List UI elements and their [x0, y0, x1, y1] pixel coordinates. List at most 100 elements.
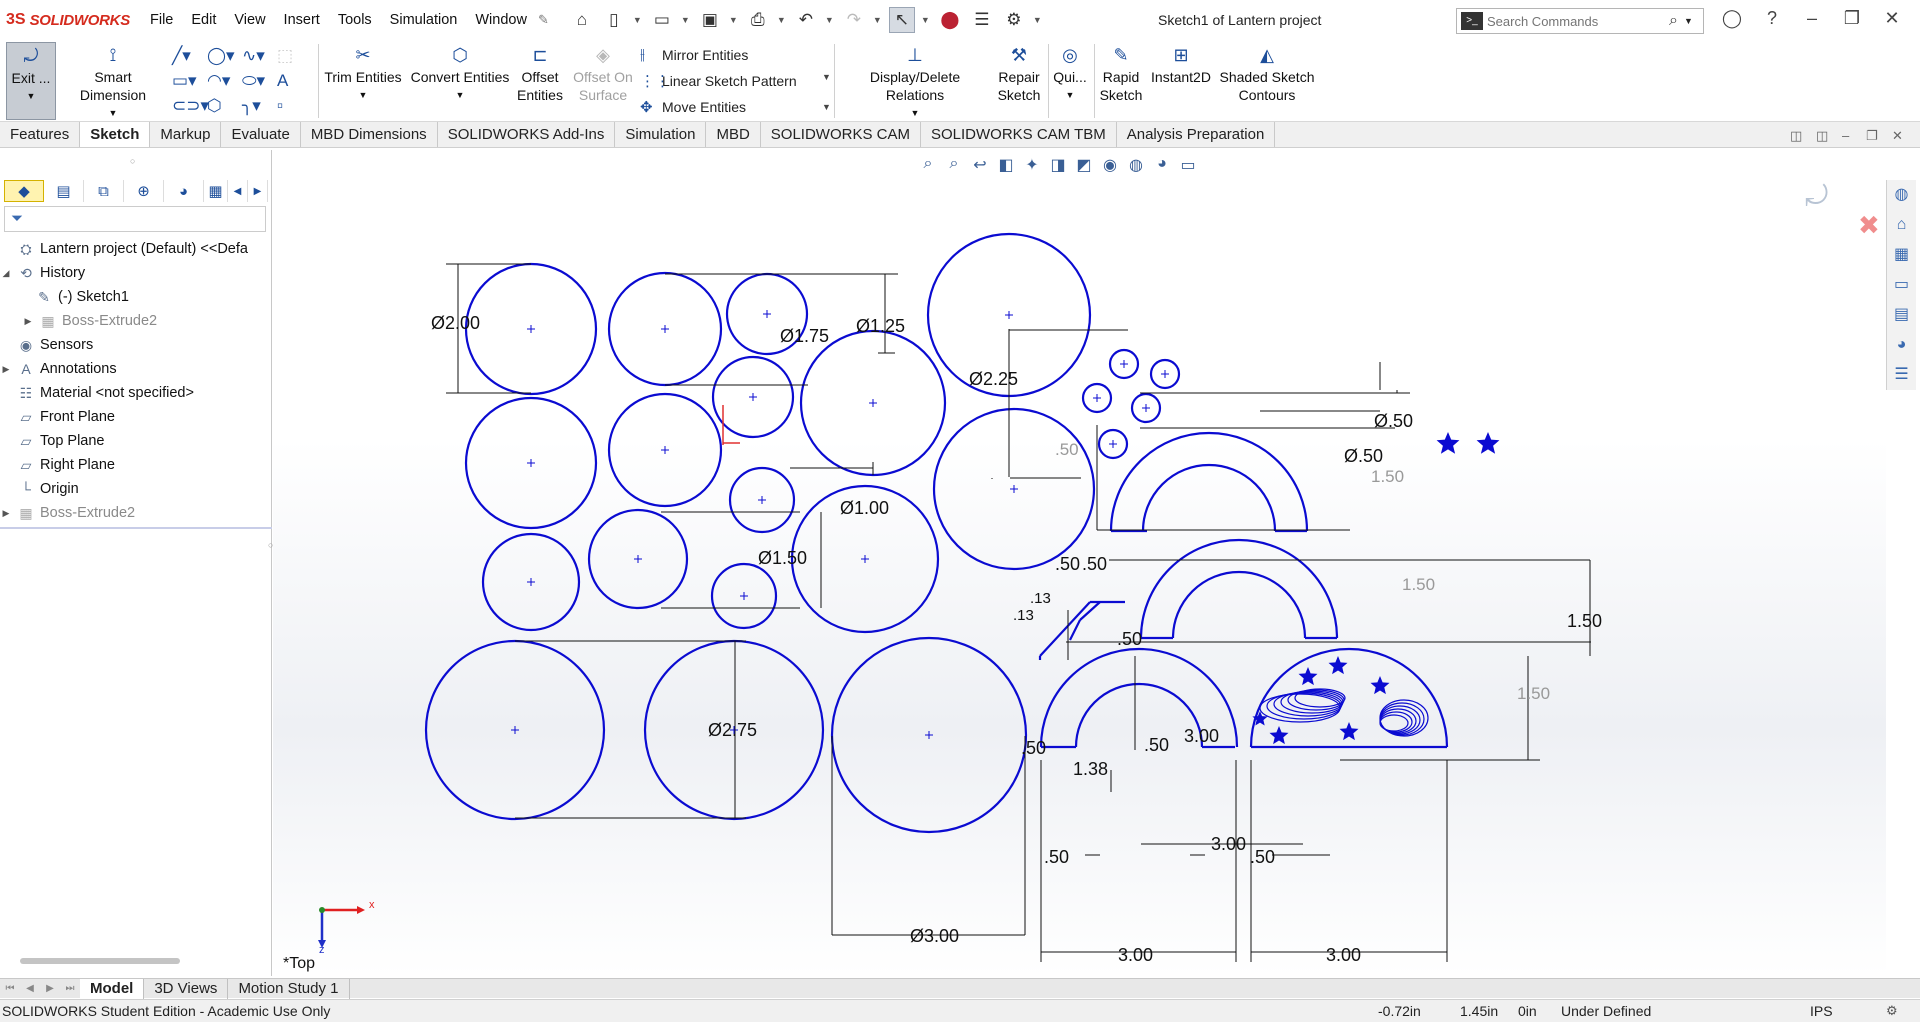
configuration-manager-icon[interactable]: ⧉ — [84, 180, 124, 202]
display-style-icon[interactable]: ◩ — [1074, 155, 1094, 175]
zoom-to-fit-icon[interactable]: ⌕ — [918, 155, 938, 175]
circle-icon[interactable]: ◯▾ — [207, 43, 242, 68]
move-entities-button[interactable]: ✥ Move Entities — [640, 98, 746, 116]
tree-boss-extrude[interactable]: ▶ ▦ Boss-Extrude2 — [0, 501, 272, 525]
restore-icon[interactable]: ❐ — [1832, 8, 1872, 29]
doc-minimize-icon[interactable]: – — [1842, 128, 1849, 143]
cam-manager-icon[interactable]: ▦ — [204, 180, 228, 202]
menu-insert[interactable]: Insert — [275, 12, 329, 28]
undo-icon[interactable]: ↶ — [793, 7, 819, 33]
confirmation-corner-cancel-icon[interactable]: ✖ — [1858, 210, 1880, 241]
minimize-icon[interactable]: – — [1792, 8, 1832, 29]
dynamic-annotation-icon[interactable]: ✦ — [1022, 155, 1042, 175]
shaded-sketch-contours-button[interactable]: ◭ Shaded Sketch Contours — [1218, 42, 1316, 104]
next-tab-icon[interactable]: ▶ — [40, 983, 60, 994]
open-dropdown-icon[interactable]: ▼ — [681, 15, 691, 25]
prev-tab-icon[interactable]: ◀ — [20, 983, 40, 994]
pin-icon[interactable]: ✎ — [538, 12, 549, 28]
tree-origin[interactable]: └ Origin — [0, 477, 272, 501]
graphics-area[interactable] — [273, 150, 1886, 976]
tab-solidworks-cam-tbm[interactable]: SOLIDWORKS CAM TBM — [921, 122, 1117, 147]
ellipse-icon[interactable]: ⬭▾ — [242, 68, 277, 93]
close-icon[interactable]: ✕ — [1872, 8, 1912, 29]
menu-tools[interactable]: Tools — [329, 12, 381, 28]
exit-sketch-button[interactable]: ⤾ Exit ... ▼ — [6, 42, 56, 120]
tab-motion-study-1[interactable]: Motion Study 1 — [228, 978, 350, 999]
text-icon[interactable]: A — [277, 68, 312, 93]
tree-history[interactable]: ◢ ⟲ History — [0, 261, 272, 285]
search-dropdown-icon[interactable]: ▼ — [1684, 16, 1693, 26]
expanded-arrow-icon[interactable]: ◢ — [0, 268, 12, 279]
zoom-to-area-icon[interactable]: ⌕ — [944, 155, 964, 175]
new-dropdown-icon[interactable]: ▼ — [633, 15, 643, 25]
relations-dropdown-icon[interactable]: ▼ — [911, 104, 920, 122]
tab-mbd[interactable]: MBD — [706, 122, 761, 147]
last-tab-icon[interactable]: ⏭ — [60, 983, 80, 994]
solidworks-logo[interactable]: 3S SOLIDWORKS — [6, 11, 141, 29]
hide-show-items-icon[interactable]: ◉ — [1100, 155, 1120, 175]
open-folder-icon[interactable]: ▭ — [649, 7, 675, 33]
offset-on-surface-button[interactable]: ◈ Offset On Surface — [570, 42, 636, 104]
search-input[interactable] — [1487, 13, 1667, 29]
tab-features[interactable]: Features — [0, 122, 81, 147]
property-manager-icon[interactable]: ▤ — [44, 180, 84, 202]
view-settings-icon[interactable]: ▭ — [1178, 155, 1198, 175]
point-icon[interactable]: ▫ — [277, 93, 312, 118]
line-icon[interactable]: ╱▾ — [172, 43, 207, 68]
tab-model[interactable]: Model — [80, 978, 145, 999]
print-dropdown-icon[interactable]: ▼ — [777, 15, 787, 25]
arc-icon[interactable]: ◠▾ — [207, 68, 242, 93]
tab-mbd-dimensions[interactable]: MBD Dimensions — [301, 122, 438, 147]
user-account-icon[interactable]: ◯ — [1712, 8, 1752, 29]
customize-status-icon[interactable]: ⚙ — [1886, 1000, 1898, 1022]
menu-edit[interactable]: Edit — [182, 12, 225, 28]
custom-properties-icon[interactable]: ☰ — [1894, 360, 1908, 390]
menu-file[interactable]: File — [141, 12, 182, 28]
tab-evaluate[interactable]: Evaluate — [221, 122, 301, 147]
edit-appearance-icon[interactable]: ◍ — [1126, 155, 1146, 175]
solidworks-resources-icon[interactable]: ◍ — [1895, 180, 1909, 210]
display-delete-relations-button[interactable]: ⊥ Display/Delete Relations ▼ — [840, 42, 990, 122]
3dcontentcentral-icon[interactable]: ⌂ — [1897, 210, 1907, 240]
dimxpert-icon[interactable]: ⊕ — [124, 180, 164, 202]
rapid-sketch-button[interactable]: ✎ Rapid Sketch — [1098, 42, 1144, 104]
home-icon[interactable]: ⌂ — [569, 7, 595, 33]
rollback-bar[interactable] — [0, 527, 272, 529]
exit-dropdown-icon[interactable]: ▼ — [27, 87, 36, 105]
smart-dimension-dropdown-icon[interactable]: ▼ — [109, 104, 118, 122]
rectangle-icon[interactable]: ▭▾ — [172, 68, 207, 93]
spline-icon[interactable]: ∿▾ — [242, 43, 277, 68]
quick-snaps-button[interactable]: ◎ Qui... ▼ — [1052, 42, 1088, 104]
search-icon[interactable]: ⌕ — [1669, 12, 1678, 30]
tab-solidworks-cam[interactable]: SOLIDWORKS CAM — [761, 122, 921, 147]
options-gear-icon[interactable]: ⚙ — [1001, 7, 1027, 33]
mirror-entities-button[interactable]: ⫲ Mirror Entities — [640, 46, 748, 63]
tab-3d-views[interactable]: 3D Views — [144, 978, 229, 999]
redo-dropdown-icon[interactable]: ▼ — [873, 15, 883, 25]
view-orientation-icon[interactable]: ◨ — [1048, 155, 1068, 175]
linear-sketch-pattern-button[interactable]: ⋮⋮ Linear Sketch Pattern — [640, 72, 797, 90]
undo-dropdown-icon[interactable]: ▼ — [825, 15, 835, 25]
trim-entities-button[interactable]: ✂ Trim Entities ▼ — [322, 42, 404, 104]
confirmation-corner-accept-icon[interactable]: ⤾ — [1805, 180, 1828, 213]
convert-dropdown-icon[interactable]: ▼ — [456, 86, 465, 104]
tree-sensors[interactable]: ◉ Sensors — [0, 333, 272, 357]
quick-snaps-dropdown-icon[interactable]: ▼ — [1066, 86, 1075, 104]
design-library-icon[interactable]: ▦ — [1894, 240, 1909, 270]
doc-close-icon[interactable]: ✕ — [1892, 128, 1903, 144]
tree-sketch1[interactable]: ✎ (-) Sketch1 — [0, 285, 272, 309]
previous-view-icon[interactable]: ↩ — [970, 155, 990, 175]
pattern-dropdown-icon[interactable]: ▼ — [822, 72, 831, 82]
tab-simulation[interactable]: Simulation — [615, 122, 707, 147]
doc-tile-left-icon[interactable]: ◫ — [1790, 128, 1802, 144]
smart-dimension-button[interactable]: ⟟ Smart Dimension ▼ — [60, 42, 166, 122]
units-system[interactable]: IPS — [1810, 1000, 1833, 1022]
view-palette-icon[interactable]: ▤ — [1894, 300, 1909, 330]
collapsed-arrow-icon[interactable]: ▶ — [22, 316, 34, 327]
move-dropdown-icon[interactable]: ▼ — [822, 102, 831, 112]
help-icon[interactable]: ? — [1752, 8, 1792, 29]
save-dropdown-icon[interactable]: ▼ — [729, 15, 739, 25]
tree-boss-extrude-history[interactable]: ▶ ▦ Boss-Extrude2 — [0, 309, 272, 333]
slot-icon[interactable]: ⊂⊃▾ — [172, 93, 209, 118]
instant2d-button[interactable]: ⊞ Instant2D — [1148, 42, 1214, 86]
